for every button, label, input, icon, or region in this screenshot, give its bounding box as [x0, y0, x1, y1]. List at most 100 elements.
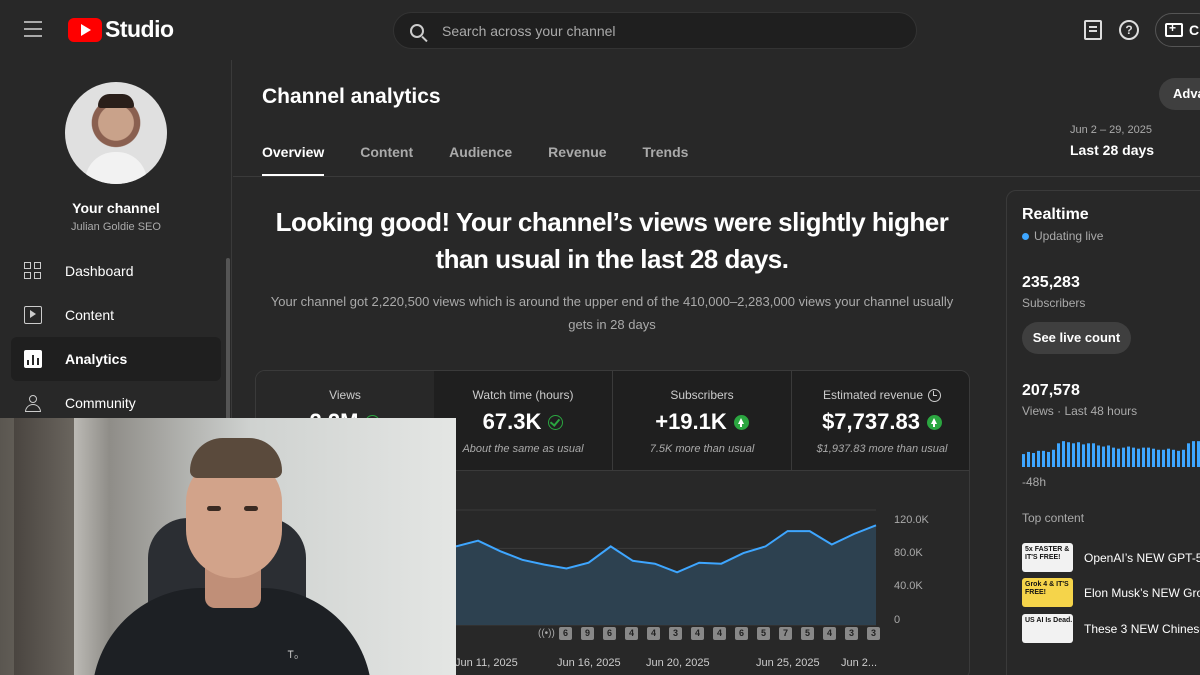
realtime-bar — [1162, 449, 1165, 467]
views-chart[interactable] — [456, 505, 886, 630]
upload-marker[interactable]: 4 — [647, 627, 660, 640]
metric-watch-time[interactable]: Watch time (hours) 67.3K About the same … — [434, 371, 613, 471]
youtube-studio-logo[interactable]: Studio — [68, 16, 174, 43]
upload-marker[interactable]: 4 — [823, 627, 836, 640]
upload-marker[interactable]: 4 — [691, 627, 704, 640]
video-title: These 3 NEW Chinese — [1084, 621, 1200, 636]
realtime-bar — [1062, 441, 1065, 467]
y-tick-label: 40.0K — [894, 580, 923, 592]
upload-marker[interactable]: 7 — [779, 627, 792, 640]
realtime-subscriber-count: 235,283 — [1022, 274, 1080, 291]
thumbnail-text: Grok 4 & IT'S FREE! — [1025, 581, 1069, 596]
x-tick-label: Jun 11, 2025 — [455, 657, 518, 669]
upload-marker[interactable]: 6 — [559, 627, 572, 640]
realtime-bar — [1157, 449, 1160, 467]
insight-headline: Looking good! Your channel’s views were … — [275, 207, 949, 274]
top-bar: Studio ? C — [0, 0, 1200, 60]
realtime-bar — [1147, 447, 1150, 467]
realtime-bar — [1122, 447, 1125, 467]
realtime-bar — [1182, 449, 1185, 467]
subscribers-label: Subscribers — [1022, 296, 1086, 310]
sidebar-item-label: Dashboard — [65, 263, 134, 279]
realtime-title: Realtime — [1022, 206, 1089, 223]
metric-label: Estimated revenue — [822, 388, 924, 402]
search-icon — [410, 23, 424, 38]
create-video-icon — [1165, 21, 1183, 37]
tab-audience[interactable]: Audience — [449, 144, 512, 177]
tab-trends[interactable]: Trends — [643, 144, 689, 177]
metric-note: $1,937.83 more than usual — [816, 443, 948, 456]
video-title: Elon Musk’s NEW Grok — [1084, 585, 1200, 600]
date-range[interactable]: Jun 2 – 29, 2025 — [1070, 124, 1152, 136]
hamburger-menu-icon[interactable] — [24, 21, 42, 37]
page-title: Channel analytics — [262, 85, 441, 108]
sidebar-item-analytics[interactable]: Analytics — [11, 337, 221, 381]
status-text: Updating live — [1034, 229, 1104, 243]
upload-marker[interactable]: 3 — [669, 627, 682, 640]
sidebar-item-content[interactable]: Content — [11, 293, 221, 337]
upload-marker[interactable]: 4 — [625, 627, 638, 640]
realtime-bar — [1077, 442, 1080, 467]
help-icon[interactable]: ? — [1119, 20, 1139, 40]
realtime-bar — [1067, 442, 1070, 467]
top-content-item[interactable]: Grok 4 & IT'S FREE! Elon Musk’s NEW Grok — [1022, 578, 1200, 607]
realtime-bar — [1137, 448, 1140, 467]
upload-marker[interactable]: 3 — [845, 627, 858, 640]
live-stream-icon: ((•)) — [538, 628, 555, 639]
upload-marker[interactable]: 6 — [735, 627, 748, 640]
top-content-item[interactable]: 5x FASTER & IT'S FREE! OpenAI’s NEW GPT-… — [1022, 543, 1200, 572]
metric-subscribers[interactable]: Subscribers +19.1K 7.5K more than usual — [613, 371, 792, 471]
upload-marker[interactable]: 4 — [713, 627, 726, 640]
sidebar-item-label: Content — [65, 307, 115, 323]
feedback-icon[interactable] — [1084, 20, 1102, 40]
realtime-bar — [1152, 448, 1155, 467]
insight-description: Your channel got 2,220,500 views which i… — [270, 294, 954, 332]
create-button[interactable]: C — [1155, 13, 1200, 47]
channel-name: Julian Goldie SEO — [71, 221, 161, 233]
arrow-up-icon — [926, 414, 942, 430]
metric-estimated-revenue[interactable]: Estimated revenue $7,737.83 $1,937.83 mo… — [792, 371, 969, 471]
x-tick-label: Jun 2... — [841, 657, 878, 669]
search-bar[interactable] — [393, 12, 917, 49]
metric-label: Subscribers — [670, 388, 734, 402]
top-content-item[interactable]: US AI Is Dead. These 3 NEW Chinese — [1022, 614, 1200, 643]
webcam-eye — [244, 506, 258, 511]
views-area-fill — [456, 525, 876, 625]
realtime-bar — [1192, 441, 1195, 467]
realtime-status: Updating live — [1022, 229, 1103, 243]
metric-note: About the same as usual — [462, 443, 584, 455]
upload-marker[interactable]: 5 — [757, 627, 770, 640]
see-live-count-button[interactable]: See live count — [1022, 322, 1131, 354]
realtime-bar — [1022, 454, 1025, 467]
tab-overview[interactable]: Overview — [262, 144, 325, 177]
realtime-bar — [1097, 445, 1100, 467]
metric-value: 67.3K — [482, 409, 542, 434]
upload-marker[interactable]: 3 — [867, 627, 880, 640]
advanced-mode-button[interactable]: Adva — [1159, 78, 1200, 110]
upload-marker[interactable]: 5 — [801, 627, 814, 640]
metric-label: Views — [329, 388, 361, 402]
realtime-views-bars[interactable] — [1022, 439, 1200, 467]
clock-icon — [928, 389, 942, 403]
realtime-bar — [1052, 449, 1055, 467]
sidebar-scrollbar[interactable] — [226, 258, 230, 428]
realtime-bar — [1142, 447, 1145, 467]
upload-marker[interactable]: 9 — [581, 627, 594, 640]
realtime-bar — [1037, 450, 1040, 467]
tab-revenue[interactable]: Revenue — [548, 144, 606, 177]
realtime-bar — [1027, 451, 1030, 467]
sidebar-item-label: Analytics — [65, 351, 128, 367]
realtime-bar — [1057, 443, 1060, 467]
search-input[interactable] — [442, 22, 882, 39]
x-tick-label: Jun 25, 2025 — [756, 657, 820, 669]
check-icon — [548, 414, 564, 430]
realtime-bar — [1117, 448, 1120, 467]
top-content-label: Top content — [1022, 511, 1085, 525]
realtime-bar — [1092, 443, 1095, 467]
channel-avatar[interactable] — [65, 82, 167, 184]
tab-content[interactable]: Content — [360, 144, 413, 177]
sidebar-item-dashboard[interactable]: Dashboard — [11, 249, 221, 293]
bars-axis-label: -48h — [1022, 475, 1047, 489]
date-period-selector[interactable]: Last 28 days — [1070, 142, 1154, 158]
upload-marker[interactable]: 6 — [603, 627, 616, 640]
